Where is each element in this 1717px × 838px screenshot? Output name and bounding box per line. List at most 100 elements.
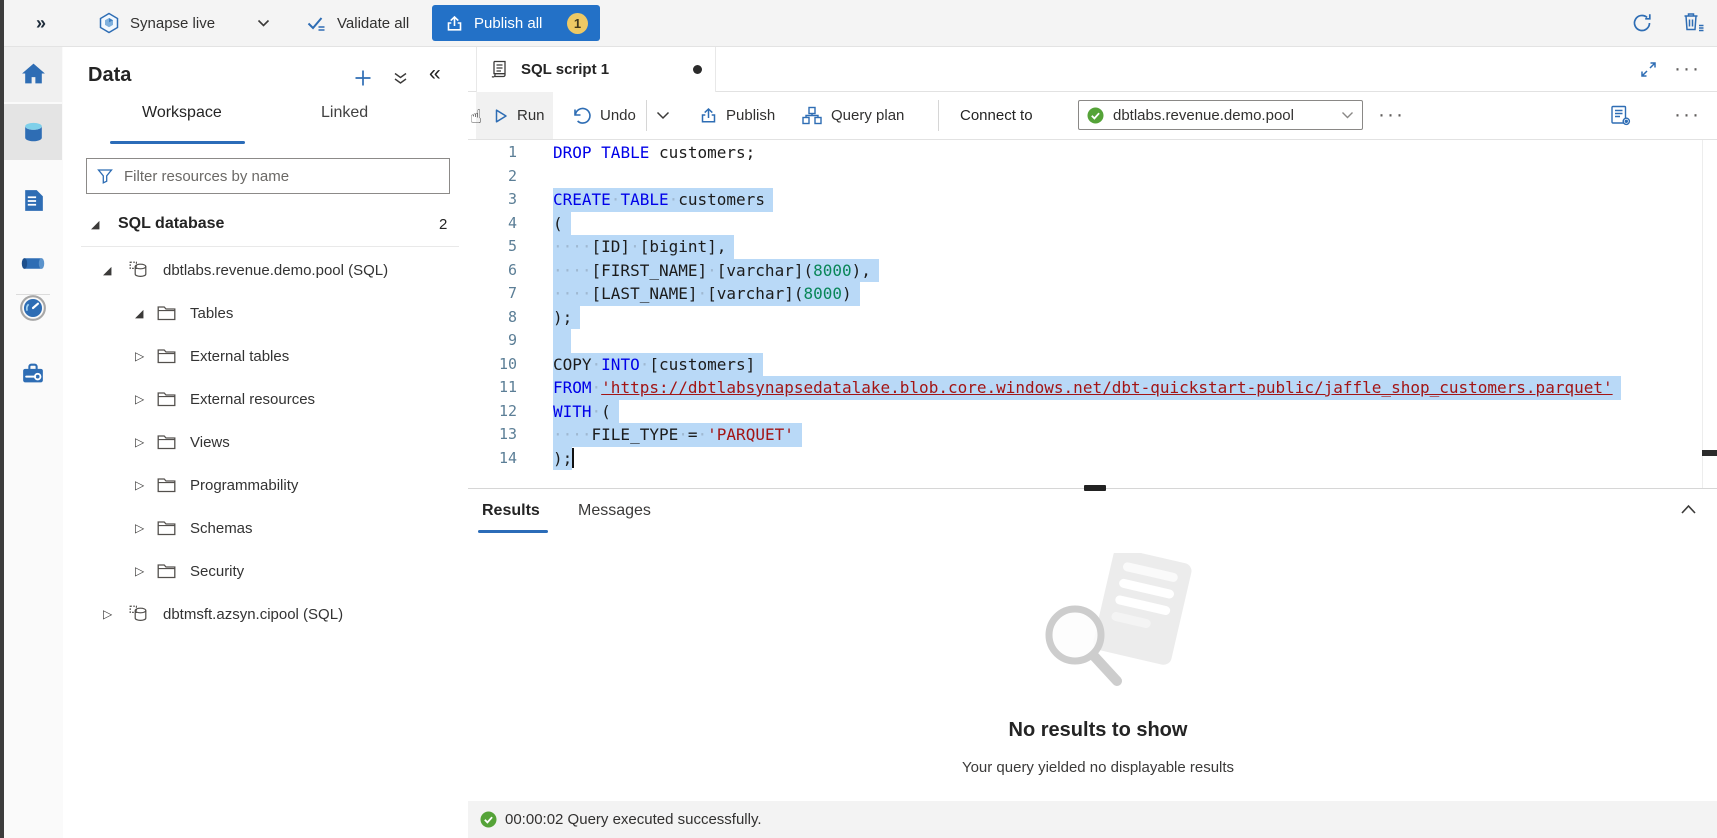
tree-expand-icon[interactable]: ▷ [135, 521, 144, 535]
code-line-10[interactable]: 10COPY·INTO·[customers] [468, 353, 1717, 377]
tree-item-label: dbtmsft.azsyn.cipool (SQL) [163, 606, 343, 623]
pool-select-dropdown[interactable]: dbtlabs.revenue.demo.pool [1078, 100, 1363, 130]
empty-state-title: No results to show [798, 719, 1398, 742]
tree-item-label: External tables [190, 348, 289, 365]
tree-expand-icon[interactable]: ▷ [135, 478, 144, 492]
selection-highlight: ····[FIRST_NAME]·[varchar](8000), [553, 259, 879, 283]
tree-item-label: dbtlabs.revenue.demo.pool (SQL) [163, 262, 388, 279]
code-line-12[interactable]: 12 WITH·( [468, 400, 1717, 424]
tab-sql-script-1[interactable]: SQL script 1 [476, 46, 716, 92]
filter-input[interactable] [122, 167, 439, 186]
selection-highlight: CREATE·TABLE·customers [553, 188, 773, 212]
rail-divider [16, 294, 50, 295]
tree-expand-icon[interactable]: ▷ [135, 392, 144, 406]
tab-workspace[interactable]: Workspace [142, 104, 222, 122]
screen-edge [0, 0, 4, 838]
selection-highlight: ); [553, 306, 580, 330]
run-options-chevron-icon[interactable] [656, 92, 670, 139]
tree-expand-icon[interactable]: ▷ [103, 607, 112, 621]
tree-item-tables[interactable]: ◢Tables [63, 294, 468, 332]
overview-ruler-cursor-mark [1702, 450, 1717, 456]
code-text: ····[ID]·[bigint], [553, 235, 734, 259]
chevron-down-icon [1341, 111, 1354, 120]
line-number: 7 [468, 282, 517, 306]
nav-data-active[interactable] [4, 104, 62, 160]
tree-collapse-icon[interactable]: ◢ [135, 307, 143, 320]
expand-editor-icon[interactable] [1640, 61, 1657, 78]
tree-collapse-icon[interactable]: ◢ [103, 264, 111, 277]
tree-expand-icon[interactable]: ◢ [91, 218, 99, 231]
tree-item-security[interactable]: ▷Security [63, 552, 468, 590]
tree-item-views[interactable]: ▷Views [63, 423, 468, 461]
properties-icon[interactable] [1609, 104, 1632, 127]
nav-monitor[interactable] [4, 280, 62, 336]
publish-count-badge: 1 [567, 13, 588, 34]
tree-expand-icon[interactable]: ▷ [135, 564, 144, 578]
collapse-panel-icon[interactable]: « [429, 62, 441, 86]
code-line-3[interactable]: 3 CREATE·TABLE·customers [468, 188, 1717, 212]
tree-item-schemas[interactable]: ▷Schemas [63, 509, 468, 547]
code-line-8[interactable]: 8); [468, 306, 1717, 330]
code-line-6[interactable]: 6 ····[FIRST_NAME]·[varchar](8000), [468, 259, 1717, 283]
tree-item-external-tables[interactable]: ▷ External tables [63, 337, 468, 375]
status-ok-icon [1087, 107, 1104, 124]
nav-manage[interactable] [4, 345, 62, 401]
tree-item-external-resources[interactable]: ▷External resources [63, 380, 468, 418]
selection-highlight: WITH·( [553, 400, 619, 424]
code-text: CREATE·TABLE·customers [553, 188, 773, 212]
filter-box[interactable] [86, 158, 450, 194]
tree-item-programmability[interactable]: ▷Programmability [63, 466, 468, 504]
left-nav-rail [4, 46, 64, 838]
publish-all-button[interactable]: Publish all 1 [432, 5, 600, 41]
tree-expand-icon[interactable]: ▷ [135, 435, 144, 449]
line-number: 3 [468, 188, 517, 212]
tree-item-dbtlabs-revenue-demo-pool-sql[interactable]: ◢ dbtlabs.revenue.demo.pool (SQL) [63, 251, 468, 289]
code-line-9[interactable]: 9 [468, 329, 1717, 353]
code-text [553, 329, 571, 353]
undo-button[interactable]: Undo [572, 92, 636, 139]
discard-all-icon[interactable] [1682, 11, 1706, 34]
collapse-all-icon[interactable] [393, 72, 408, 85]
tab-results[interactable]: Results [482, 489, 540, 532]
publish-button[interactable]: Publish [700, 92, 775, 139]
collapse-results-chevron-up-icon[interactable] [1680, 503, 1697, 515]
selection-highlight: ····FILE_TYPE·=·'PARQUET' [553, 423, 802, 447]
code-line-7[interactable]: 7····[LAST_NAME]·[varchar](8000) [468, 282, 1717, 306]
data-panel: Data « Workspace Linked ◢ SQL database 2… [63, 46, 469, 838]
line-number: 2 [468, 165, 517, 189]
tree-root-sql-database[interactable]: ◢ SQL database 2 [63, 206, 468, 242]
query-plan-button[interactable]: Query plan [802, 92, 904, 139]
sql-code-editor[interactable]: 1DROP TABLE customers;23 CREATE·TABLE·cus… [468, 140, 1717, 488]
code-line-1[interactable]: 1DROP TABLE customers; [468, 141, 1717, 165]
code-line-14[interactable]: 14); [468, 447, 1717, 471]
code-line-13[interactable]: 13····FILE_TYPE·=·'PARQUET' [468, 423, 1717, 447]
folder-icon [157, 305, 176, 321]
tree-expand-icon[interactable]: ▷ [135, 349, 144, 363]
validate-all-button[interactable]: Validate all [306, 0, 409, 46]
nav-develop[interactable] [4, 172, 62, 228]
line-number: 12 [468, 400, 517, 424]
code-line-5[interactable]: 5····[ID]·[bigint], [468, 235, 1717, 259]
publish-label: Publish [726, 107, 775, 124]
tab-linked[interactable]: Linked [321, 104, 368, 122]
nav-home[interactable] [4, 46, 62, 102]
toolbar-separator [938, 100, 939, 131]
code-line-2[interactable]: 2 [468, 165, 1717, 189]
run-button[interactable]: Run [476, 92, 553, 139]
run-icon [493, 108, 508, 124]
tree-item-dbtmsft-azsyn-cipool-sql[interactable]: ▷ dbtmsft.azsyn.cipool (SQL) [63, 595, 468, 633]
synapse-live-dropdown[interactable]: Synapse live [98, 0, 270, 46]
expand-menu-icon[interactable]: » [36, 0, 46, 46]
code-text: ); [553, 306, 580, 330]
toolbar-more-actions-icon[interactable]: ··· [1378, 104, 1405, 125]
toolbar-overflow-icon[interactable]: ··· [1674, 104, 1701, 125]
code-line-11[interactable]: 11FROM·'https://dbtlabsynapsedatalake.bl… [468, 376, 1717, 400]
line-number: 6 [468, 259, 517, 283]
code-line-4[interactable]: 4( [468, 212, 1717, 236]
tab-more-actions-icon[interactable]: ··· [1674, 58, 1701, 79]
validate-icon [306, 14, 327, 33]
tab-messages[interactable]: Messages [578, 489, 651, 532]
refresh-icon[interactable] [1631, 12, 1653, 34]
add-resource-button[interactable] [353, 68, 373, 88]
editor-scrollbar-track[interactable] [1702, 140, 1703, 488]
